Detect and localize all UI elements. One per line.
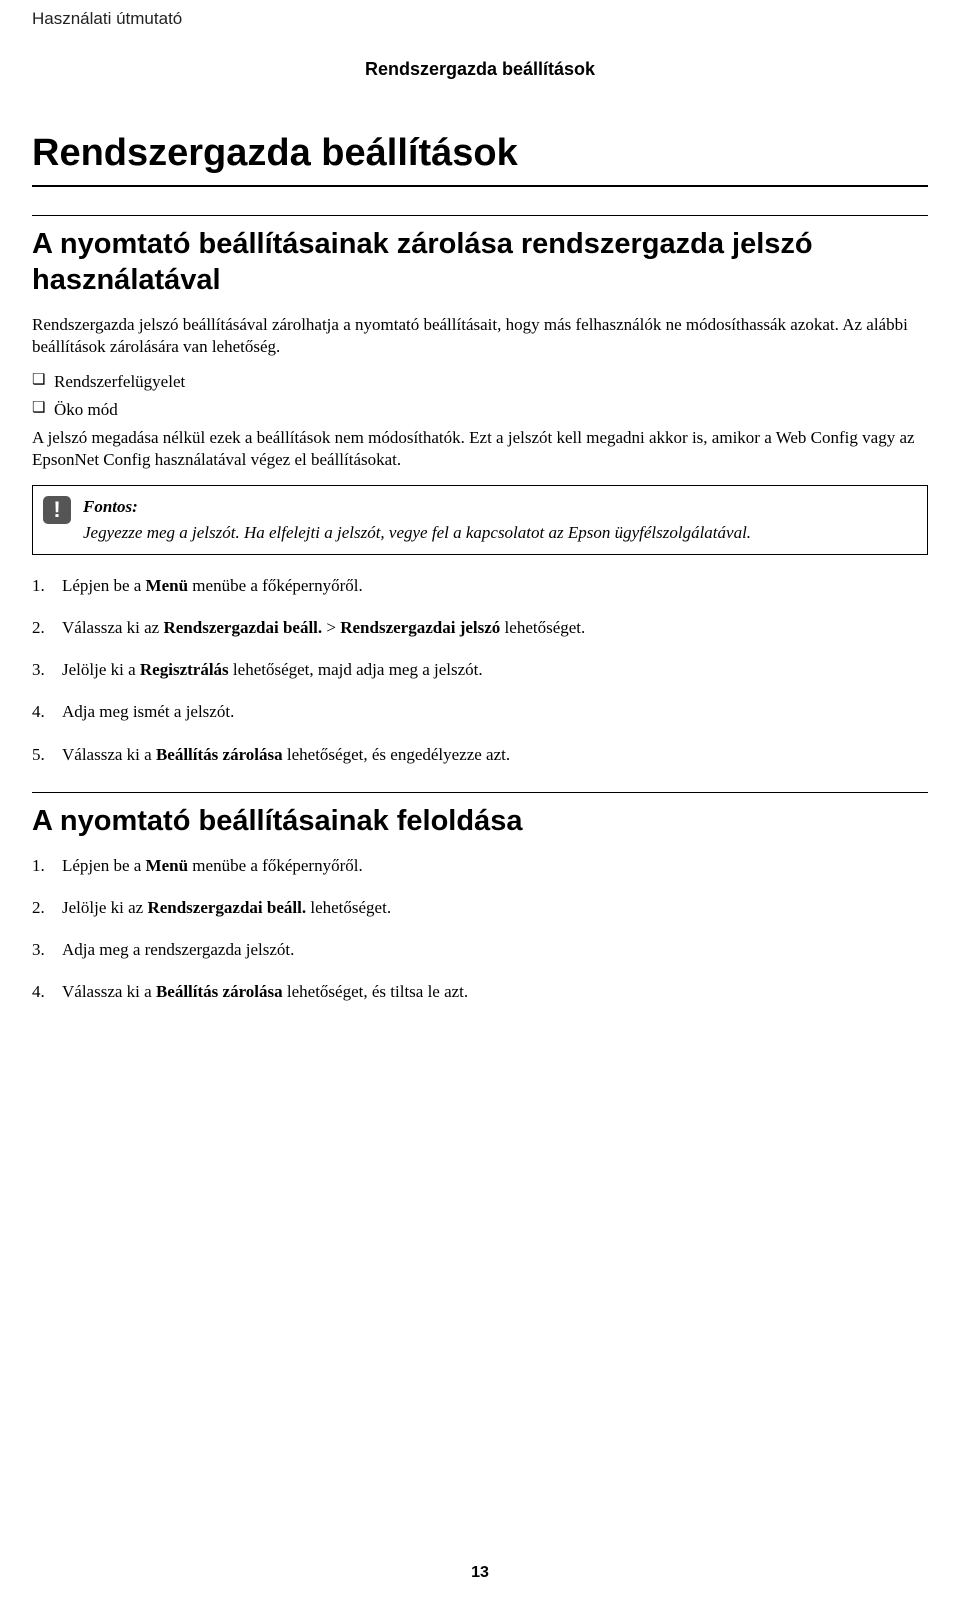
step-bold: Menü — [146, 576, 189, 595]
step-text: Válassza ki a — [62, 982, 156, 1001]
section-lock-heading: A nyomtató beállításainak zárolása rends… — [32, 215, 928, 299]
step-item: Adja meg a rendszergazda jelszót. — [32, 939, 928, 961]
step-text: menübe a főképernyőről. — [188, 856, 363, 875]
doc-header-top: Használati útmutató — [32, 8, 928, 30]
unlock-steps: Lépjen be a Menü menübe a főképernyőről.… — [32, 855, 928, 1003]
step-bold: Menü — [146, 856, 189, 875]
step-text: Válassza ki az — [62, 618, 163, 637]
step-text: > — [322, 618, 340, 637]
list-item: Rendszerfelügyelet — [32, 371, 928, 393]
step-bold: Beállítás zárolása — [156, 982, 283, 1001]
step-text: Lépjen be a — [62, 856, 146, 875]
section-unlock-heading: A nyomtató beállításainak feloldása — [32, 792, 928, 839]
page-number: 13 — [32, 1563, 928, 1584]
step-bold: Rendszergazdai beáll. — [163, 618, 322, 637]
step-item: Lépjen be a Menü menübe a főképernyőről. — [32, 575, 928, 597]
page-title: Rendszergazda beállítások — [32, 129, 928, 186]
important-label: Fontos: — [83, 496, 915, 518]
step-text: lehetőséget, és tiltsa le azt. — [283, 982, 469, 1001]
step-text: lehetőséget. — [306, 898, 391, 917]
step-text: Jelölje ki az — [62, 898, 147, 917]
step-text: Adja meg ismét a jelszót. — [62, 702, 234, 721]
step-item: Adja meg ismét a jelszót. — [32, 701, 928, 723]
step-text: Válassza ki a — [62, 745, 156, 764]
step-item: Jelölje ki a Regisztrálás lehetőséget, m… — [32, 659, 928, 681]
step-bold: Beállítás zárolása — [156, 745, 283, 764]
step-bold: Regisztrálás — [140, 660, 229, 679]
step-text: lehetőséget, majd adja meg a jelszót. — [229, 660, 483, 679]
step-text: Jelölje ki a — [62, 660, 140, 679]
list-item: Öko mód — [32, 399, 928, 421]
lock-para2: A jelszó megadása nélkül ezek a beállítá… — [32, 427, 928, 471]
step-item: Válassza ki az Rendszergazdai beáll. > R… — [32, 617, 928, 639]
step-text: lehetőséget. — [500, 618, 585, 637]
step-item: Válassza ki a Beállítás zárolása lehetős… — [32, 981, 928, 1003]
important-icon — [43, 496, 71, 524]
step-item: Jelölje ki az Rendszergazdai beáll. lehe… — [32, 897, 928, 919]
step-bold: Rendszergazdai beáll. — [147, 898, 306, 917]
step-text: menübe a főképernyőről. — [188, 576, 363, 595]
lock-steps: Lépjen be a Menü menübe a főképernyőről.… — [32, 575, 928, 765]
important-box: Fontos: Jegyezze meg a jelszót. Ha elfel… — [32, 485, 928, 555]
step-item: Lépjen be a Menü menübe a főképernyőről. — [32, 855, 928, 877]
step-text: Lépjen be a — [62, 576, 146, 595]
step-bold: Rendszergazdai jelszó — [340, 618, 500, 637]
doc-header-sub: Rendszergazda beállítások — [32, 58, 928, 81]
step-item: Válassza ki a Beállítás zárolása lehetős… — [32, 744, 928, 766]
important-body: Jegyezze meg a jelszót. Ha elfelejti a j… — [83, 523, 751, 542]
lock-intro: Rendszergazda jelszó beállításával zárol… — [32, 314, 928, 358]
step-text: Adja meg a rendszergazda jelszót. — [62, 940, 294, 959]
step-text: lehetőséget, és engedélyezze azt. — [283, 745, 510, 764]
